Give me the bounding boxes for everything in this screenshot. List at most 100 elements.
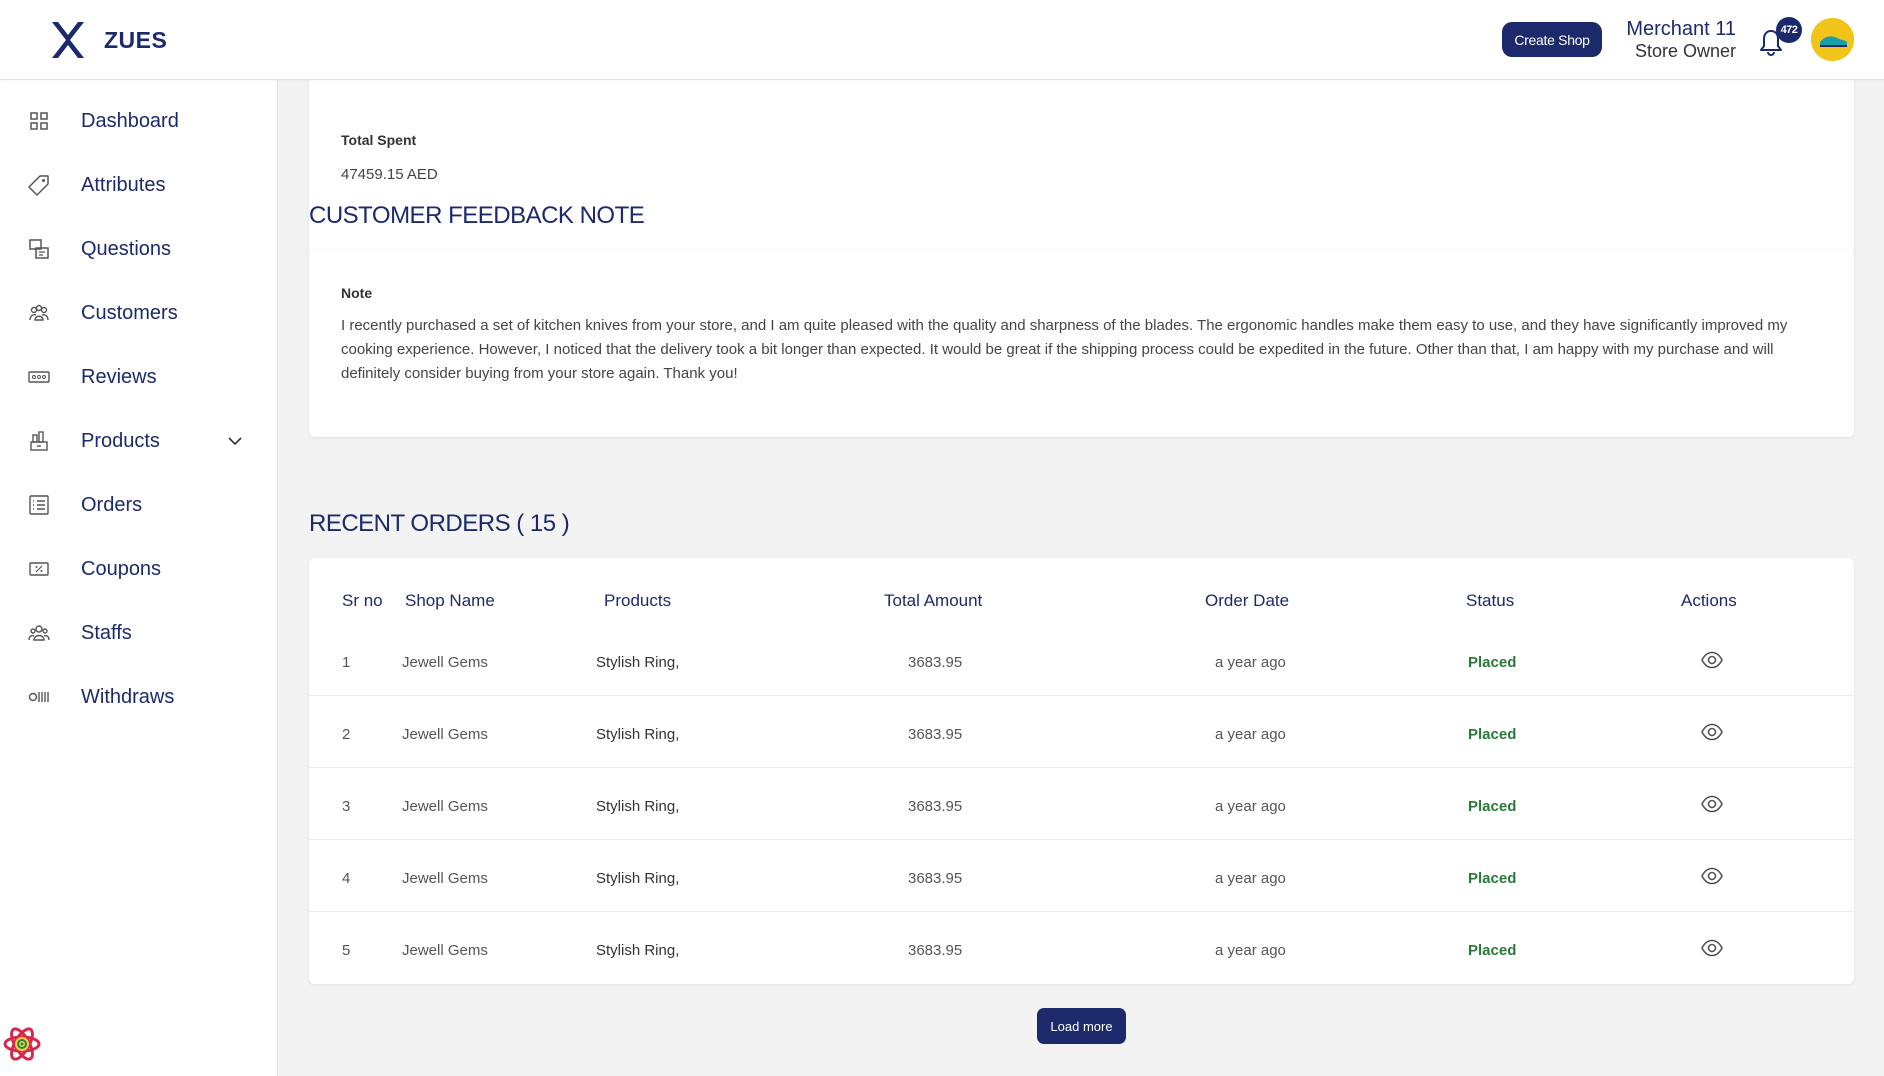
- sidebar-item-dashboard[interactable]: Dashboard: [0, 95, 278, 147]
- feedback-note-card: Note I recently purchased a set of kitch…: [309, 250, 1854, 437]
- products-icon: [28, 430, 50, 452]
- table-row: 3 Jewell Gems Stylish Ring, 3683.95 a ye…: [309, 768, 1854, 840]
- chevron-down-icon[interactable]: [225, 431, 245, 451]
- column-header-status: Status: [1466, 591, 1515, 610]
- cell-shop-name: Jewell Gems: [402, 798, 488, 815]
- cell-total-amount: 3683.95: [908, 942, 963, 959]
- sidebar-item-label: Coupons: [81, 557, 162, 580]
- view-eye-icon[interactable]: [1701, 939, 1723, 957]
- cell-products: Stylish Ring,: [596, 798, 680, 815]
- recent-orders-title: RECENT ORDERS ( 15 ): [309, 510, 570, 537]
- column-header-order-date: Order Date: [1205, 591, 1290, 610]
- cell-products: Stylish Ring,: [596, 942, 680, 959]
- total-spent-label: Total Spent: [341, 132, 417, 148]
- brand-name: ZUES: [104, 26, 168, 53]
- cell-shop-name: Jewell Gems: [402, 942, 488, 959]
- column-header-products: Products: [604, 591, 672, 610]
- load-more-button[interactable]: Load more: [1037, 1008, 1126, 1044]
- sidebar-item-label: Withdraws: [81, 685, 175, 708]
- cell-status: Placed: [1468, 870, 1517, 887]
- view-eye-icon[interactable]: [1701, 651, 1723, 669]
- sidebar-item-label: Questions: [81, 237, 172, 260]
- sidebar-item-coupons[interactable]: Coupons: [0, 543, 278, 595]
- create-shop-button[interactable]: Create Shop: [1502, 22, 1602, 57]
- sidebar-item-label: Attributes: [81, 173, 166, 196]
- cell-sr-no: 4: [342, 870, 351, 887]
- staffs-icon: [28, 622, 50, 644]
- notification-badge: 472: [1776, 17, 1802, 43]
- column-header-sr-no: Sr no: [342, 591, 383, 610]
- cell-total-amount: 3683.95: [908, 726, 963, 743]
- total-spent-value: 47459.15 AED: [341, 166, 438, 183]
- sidebar-item-attributes[interactable]: Attributes: [0, 159, 278, 211]
- cell-order-date: a year ago: [1215, 942, 1286, 959]
- cell-sr-no: 2: [342, 726, 351, 743]
- table-row: 5 Jewell Gems Stylish Ring, 3683.95 a ye…: [309, 912, 1854, 984]
- sidebar-item-reviews[interactable]: Reviews: [0, 351, 278, 403]
- sidebar-item-products[interactable]: Products: [0, 415, 278, 467]
- reviews-icon: [28, 366, 50, 388]
- brand-logo[interactable]: ZUES: [46, 18, 167, 62]
- view-eye-icon[interactable]: [1701, 867, 1723, 885]
- cell-order-date: a year ago: [1215, 798, 1286, 815]
- zues-logo-icon: [52, 21, 84, 58]
- cell-products: Stylish Ring,: [596, 870, 680, 887]
- orders-icon: [28, 494, 50, 516]
- react-devtools-icon[interactable]: [2, 1024, 42, 1064]
- sidebar: Dashboard Attributes Questions Customers…: [0, 80, 278, 1076]
- cell-shop-name: Jewell Gems: [402, 726, 488, 743]
- sidebar-item-label: Staffs: [81, 621, 132, 644]
- coupons-icon: [28, 558, 50, 580]
- cell-order-date: a year ago: [1215, 654, 1286, 671]
- cell-sr-no: 3: [342, 798, 351, 815]
- sidebar-item-label: Customers: [81, 301, 178, 324]
- cell-sr-no: 1: [342, 654, 351, 671]
- column-header-actions: Actions: [1681, 591, 1737, 610]
- sidebar-item-label: Dashboard: [81, 109, 179, 132]
- cell-status: Placed: [1468, 942, 1517, 959]
- cell-products: Stylish Ring,: [596, 654, 680, 671]
- feedback-section-title: CUSTOMER FEEDBACK NOTE: [309, 202, 645, 229]
- column-header-total-amount: Total Amount: [884, 591, 983, 610]
- withdraws-icon: [28, 686, 50, 708]
- questions-icon: [28, 238, 50, 260]
- cell-total-amount: 3683.95: [908, 870, 963, 887]
- avatar[interactable]: [1811, 18, 1854, 61]
- sidebar-item-label: Orders: [81, 493, 143, 516]
- sidebar-item-orders[interactable]: Orders: [0, 479, 278, 531]
- cell-status: Placed: [1468, 726, 1517, 743]
- table-row: 2 Jewell Gems Stylish Ring, 3683.95 a ye…: [309, 696, 1854, 768]
- dashboard-icon: [28, 110, 50, 132]
- sidebar-item-withdraws[interactable]: Withdraws: [0, 671, 278, 723]
- cell-shop-name: Jewell Gems: [402, 654, 488, 671]
- view-eye-icon[interactable]: [1701, 795, 1723, 813]
- orders-table: Sr no Shop Name Products Total Amount Or…: [309, 558, 1854, 984]
- cell-status: Placed: [1468, 798, 1517, 815]
- note-text: I recently purchased a set of kitchen kn…: [341, 317, 1788, 382]
- note-label: Note: [341, 285, 373, 301]
- table-row: 4 Jewell Gems Stylish Ring, 3683.95 a ye…: [309, 840, 1854, 912]
- cell-shop-name: Jewell Gems: [402, 870, 488, 887]
- user-info[interactable]: Merchant 11 Store Owner: [1620, 17, 1736, 61]
- column-header-shop-name: Shop Name: [405, 591, 495, 610]
- user-name: Merchant 11: [1626, 18, 1736, 40]
- cell-total-amount: 3683.95: [908, 654, 963, 671]
- main-content: Total Spent 47459.15 AED CUSTOMER FEEDBA…: [278, 70, 1884, 1076]
- cell-products: Stylish Ring,: [596, 726, 680, 743]
- view-eye-icon[interactable]: [1701, 723, 1723, 741]
- cell-sr-no: 5: [342, 942, 351, 959]
- user-role: Store Owner: [1634, 41, 1736, 61]
- top-bar: ZUES Create Shop Merchant 11 Store Owner…: [0, 0, 1884, 80]
- tag-icon: [28, 174, 50, 196]
- cell-total-amount: 3683.95: [908, 798, 963, 815]
- sidebar-item-customers[interactable]: Customers: [0, 287, 278, 339]
- sidebar-item-staffs[interactable]: Staffs: [0, 607, 278, 659]
- sidebar-item-label: Reviews: [81, 365, 157, 388]
- sidebar-item-questions[interactable]: Questions: [0, 223, 278, 275]
- sidebar-item-label: Products: [81, 429, 160, 452]
- table-row: 1 Jewell Gems Stylish Ring, 3683.95 a ye…: [309, 624, 1854, 696]
- customers-icon: [28, 302, 50, 324]
- cell-status: Placed: [1468, 654, 1517, 671]
- cell-order-date: a year ago: [1215, 870, 1286, 887]
- cell-order-date: a year ago: [1215, 726, 1286, 743]
